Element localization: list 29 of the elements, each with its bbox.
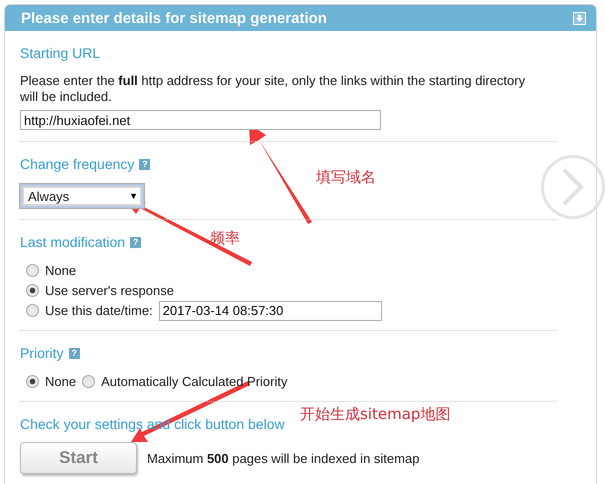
url-input[interactable]: http://huxiaofei.net xyxy=(20,110,381,130)
annotation-text: 填写域名 xyxy=(316,168,376,187)
section-heading: Last modification xyxy=(20,234,126,250)
radio-button[interactable] xyxy=(26,304,39,317)
section-heading: Starting URL xyxy=(20,45,100,61)
radio-label: None xyxy=(45,374,76,389)
annotation-text: 开始生成sitemap地图 xyxy=(300,405,450,424)
radio-button[interactable] xyxy=(26,284,39,297)
radio-label: Use server's response xyxy=(45,283,174,298)
help-icon[interactable]: ? xyxy=(68,348,80,358)
radio-button[interactable] xyxy=(26,375,39,388)
radio-label: Automatically Calculated Priority xyxy=(101,374,288,389)
limit-note: Maximum 500 pages will be indexed in sitemap xyxy=(147,450,420,466)
section-heading: Priority xyxy=(20,345,64,361)
radio-button[interactable] xyxy=(26,264,39,277)
start-button[interactable]: Start xyxy=(20,442,137,474)
help-icon[interactable]: ? xyxy=(139,158,150,170)
download-icon[interactable] xyxy=(573,12,586,24)
next-button[interactable] xyxy=(541,155,605,219)
date-input[interactable]: 2017-03-14 08:57:30 xyxy=(158,300,382,320)
radio-label: None xyxy=(45,263,76,278)
section-heading: Change frequency xyxy=(20,156,134,172)
frequency-select[interactable]: Always ▼ xyxy=(20,184,144,208)
help-icon[interactable]: ? xyxy=(130,236,142,248)
radio-button[interactable] xyxy=(82,375,96,388)
panel-title: Please enter details for sitemap generation xyxy=(21,10,327,26)
description-text: Please enter the full http address for your site, only the links within the starting directory will be included. xyxy=(20,73,526,105)
radio-label: Use this date/time: xyxy=(45,303,153,318)
annotation-text: 频率 xyxy=(210,229,240,248)
